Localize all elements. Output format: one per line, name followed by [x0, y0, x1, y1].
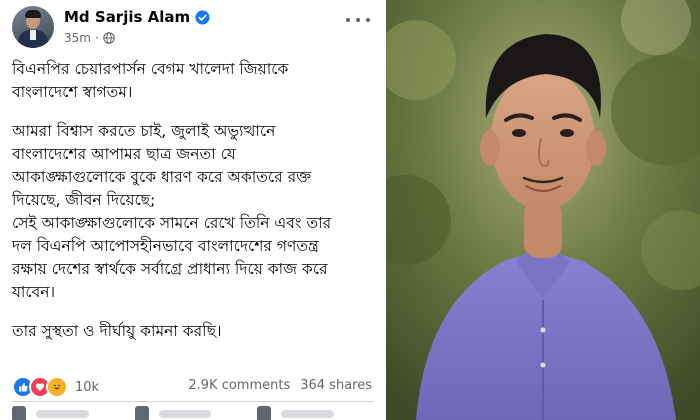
reactions-summary[interactable]: 10k: [12, 376, 99, 398]
comments-count[interactable]: 2.9K comments: [188, 378, 290, 393]
shares-count[interactable]: 364 shares: [300, 378, 372, 393]
actions-divider: [12, 401, 374, 402]
post-header: Md Sarjis Alam 35m ·: [12, 6, 374, 52]
reactions-count: 10k: [75, 379, 100, 395]
meta-separator: ·: [94, 31, 99, 45]
post-text: বিএনপির চেয়ারপার্সন বেগম খালেদা জিয়াকে…: [12, 58, 384, 359]
like-button-icon[interactable]: [12, 406, 27, 420]
post-paragraph-1: বিএনপির চেয়ারপার্সন বেগম খালেদা জিয়াকে…: [12, 60, 289, 101]
post-paragraph-2: আমরা বিশ্বাস করতে চাই, জুলাই অভ্যুত্থানে…: [12, 122, 332, 301]
share-button-icon[interactable]: [257, 406, 272, 420]
post-paragraph-3: তার সুস্থতা ও দীর্ঘায়ু কামনা করছি।: [12, 322, 222, 340]
more-options-icon[interactable]: [346, 12, 370, 28]
haha-icon: [46, 376, 68, 398]
comment-button-icon[interactable]: [134, 406, 149, 420]
post-timestamp[interactable]: 35m: [64, 31, 91, 45]
post-meta: 35m ·: [64, 31, 115, 45]
facebook-post: Md Sarjis Alam 35m · বিএনপির চেয়ারপার্স…: [0, 0, 386, 420]
comment-button[interactable]: [158, 410, 212, 418]
profile-photo[interactable]: [386, 0, 700, 420]
like-button[interactable]: [36, 410, 89, 418]
post-stats: 2.9K comments 364 shares: [188, 378, 372, 393]
author-name-row: Md Sarjis Alam: [64, 8, 210, 26]
action-bar: [12, 406, 374, 420]
globe-icon[interactable]: [103, 32, 115, 44]
share-button[interactable]: [281, 410, 334, 418]
verified-badge-icon: [195, 9, 210, 25]
author-name[interactable]: Md Sarjis Alam: [64, 8, 190, 26]
portrait-illustration: [386, 0, 700, 420]
author-avatar[interactable]: [12, 6, 54, 48]
